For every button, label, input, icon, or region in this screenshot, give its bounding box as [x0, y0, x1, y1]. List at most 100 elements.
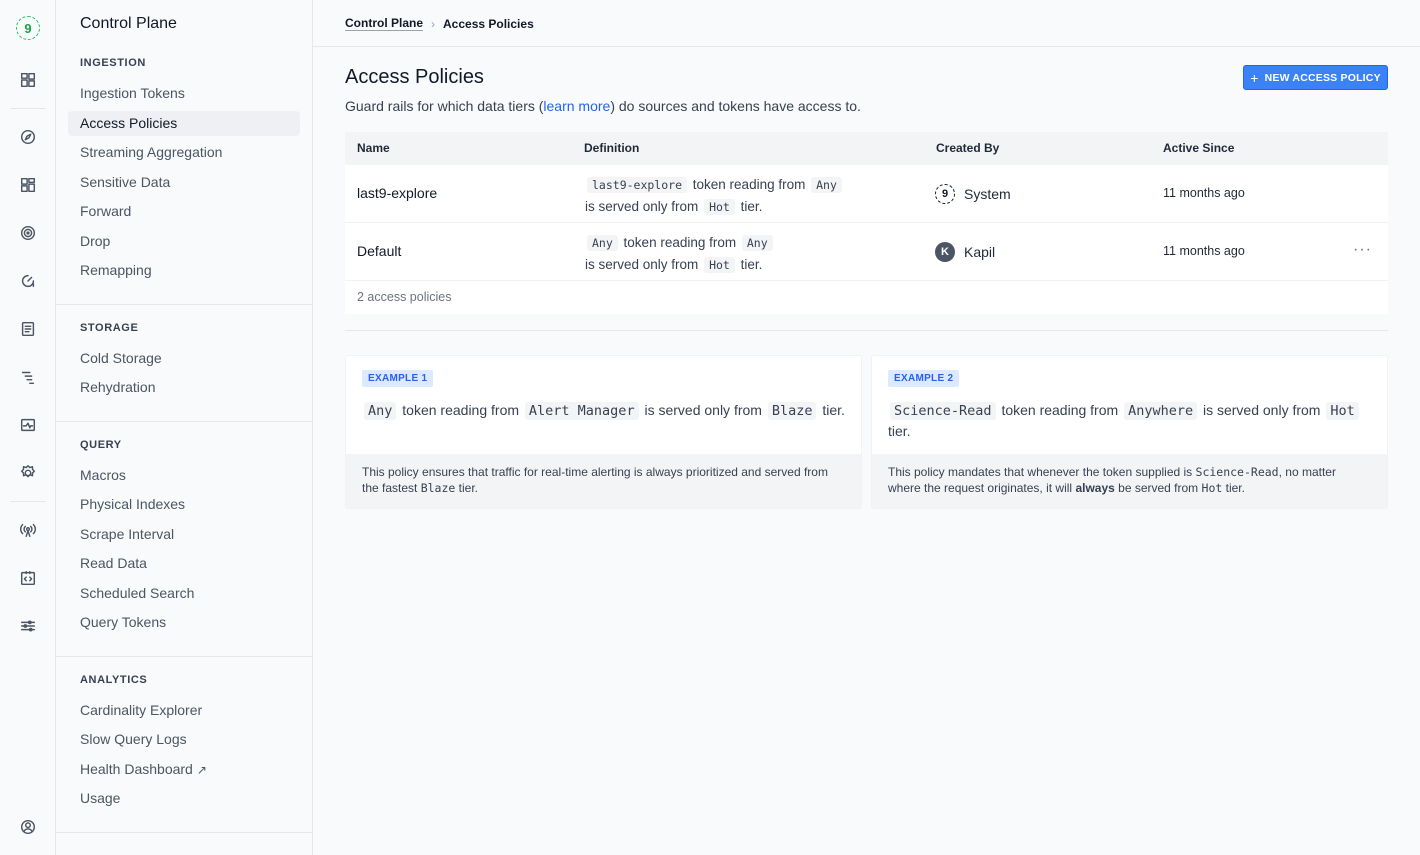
sidebar-item-health-dashboard[interactable]: Health Dashboard ↗ [68, 757, 300, 782]
sidebar-item-drop[interactable]: Drop [68, 229, 300, 254]
definition-text: token reading from [623, 235, 737, 250]
section-divider [56, 656, 313, 657]
sidebar-item-scrape-interval[interactable]: Scrape Interval [68, 522, 300, 547]
section-heading-query: QUERY [80, 439, 122, 451]
example-text: tier. [888, 423, 911, 439]
sidebar-item-cardinality-explorer[interactable]: Cardinality Explorer [68, 698, 300, 723]
example-note: This policy mandates that whenever the t… [872, 454, 1387, 508]
external-link-icon: ↗ [196, 763, 207, 777]
target-icon[interactable] [16, 221, 40, 245]
breadcrumb-control-plane[interactable]: Control Plane [345, 16, 424, 31]
sliders-icon[interactable] [16, 614, 40, 638]
example-text: tier. [822, 402, 845, 418]
settings-icon[interactable] [16, 461, 40, 485]
learn-more-link[interactable]: learn more [543, 98, 610, 114]
note-text: tier. [455, 481, 479, 495]
grid-icon[interactable] [16, 173, 40, 197]
definition-text: tier. [740, 257, 763, 272]
policy-name: Default [357, 243, 402, 259]
tier-code: Hot [704, 199, 735, 215]
example-card: EXAMPLE 1 Any token reading from Alert M… [345, 355, 862, 509]
token-code: Any [587, 235, 618, 251]
example-card: EXAMPLE 2 Science-Read token reading fro… [871, 355, 1388, 509]
note-text: This policy mandates that whenever the t… [888, 465, 1196, 479]
sidebar-item-cold-storage[interactable]: Cold Storage [68, 346, 300, 371]
sidebar-title: Control Plane [80, 15, 177, 32]
note-text: tier. [1222, 481, 1245, 495]
sidebar-item-sensitive-data[interactable]: Sensitive Data [68, 170, 300, 195]
row-count: 2 access policies [357, 290, 452, 304]
dashboard-icon[interactable] [16, 68, 40, 92]
sidebar-item-forward[interactable]: Forward [68, 199, 300, 224]
source-code: Any [741, 235, 773, 251]
sidebar-item-ingestion-tokens[interactable]: Ingestion Tokens [68, 81, 300, 106]
sidebar-item-label: Health Dashboard [80, 761, 193, 777]
table-row[interactable]: last9-explore last9-explore token readin… [345, 165, 1388, 223]
chevron-right-icon: › [431, 16, 436, 31]
new-access-policy-button[interactable]: + NEW ACCESS POLICY [1243, 65, 1388, 90]
breadcrumb: Control Plane › Access Policies [345, 16, 534, 31]
logo-icon[interactable]: 9 [16, 16, 40, 40]
breadcrumb-current: Access Policies [443, 16, 534, 31]
gauge-icon[interactable] [16, 269, 40, 293]
section-divider [56, 421, 313, 422]
tier-code: Blaze [767, 402, 817, 420]
section-divider [345, 330, 1388, 331]
note-code: Hot [1201, 481, 1223, 495]
source-code: Anywhere [1124, 402, 1198, 420]
code-icon[interactable] [16, 566, 40, 590]
example-text: token reading from [1001, 402, 1119, 418]
plus-icon: + [1250, 69, 1259, 86]
sidebar-item-usage[interactable]: Usage [68, 786, 300, 811]
sidebar-item-access-policies[interactable]: Access Policies [68, 111, 300, 136]
more-options-icon[interactable]: ··· [1353, 241, 1372, 259]
note-code: Blaze [420, 481, 456, 495]
example-text: is served only from [1202, 402, 1321, 418]
column-header-active-since[interactable]: Active Since [1163, 141, 1234, 155]
desc-prefix: Guard rails for which data tiers ( [345, 98, 544, 114]
section-heading-ingestion: INGESTION [80, 57, 146, 69]
token-code: Science-Read [890, 402, 996, 420]
sidebar-item-physical-indexes[interactable]: Physical Indexes [68, 492, 300, 517]
column-header-name[interactable]: Name [357, 141, 390, 155]
sidebar-item-streaming-aggregation[interactable]: Streaming Aggregation [68, 140, 300, 165]
desc-suffix: ) do sources and tokens have access to. [610, 98, 861, 114]
avatar: 9 [935, 184, 955, 204]
created-by: 9 System [935, 184, 1011, 204]
creator-name: Kapil [964, 244, 996, 260]
user-circle-icon[interactable] [16, 815, 40, 839]
icon-rail: 9 [0, 0, 56, 855]
policy-definition: Any token reading from Any is served onl… [585, 232, 885, 276]
definition-text: is served only from [585, 199, 699, 214]
example-note: This policy ensures that traffic for rea… [346, 454, 861, 508]
pulse-icon[interactable] [16, 413, 40, 437]
sidebar-item-slow-query-logs[interactable]: Slow Query Logs [68, 727, 300, 752]
active-since: 11 months ago [1163, 244, 1245, 258]
access-policies-table: Name Definition Created By Active Since … [345, 132, 1388, 314]
source-code: Alert Manager [524, 402, 639, 420]
sidebar-item-read-data[interactable]: Read Data [68, 551, 300, 576]
sidebar-item-remapping[interactable]: Remapping [68, 258, 300, 283]
document-icon[interactable] [16, 317, 40, 341]
section-divider [56, 304, 313, 305]
active-since: 11 months ago [1163, 186, 1245, 200]
avatar: K [935, 242, 955, 262]
created-by: K Kapil [935, 242, 995, 262]
compass-icon[interactable] [16, 125, 40, 149]
sidebar-item-scheduled-search[interactable]: Scheduled Search [68, 581, 300, 606]
sidebar-item-query-tokens[interactable]: Query Tokens [68, 610, 300, 635]
note-text: be served from [1114, 481, 1202, 495]
column-header-definition[interactable]: Definition [584, 141, 639, 155]
example-text: is served only from [644, 402, 762, 418]
table-row[interactable]: Default Any token reading from Any is se… [345, 223, 1388, 281]
antenna-icon[interactable] [16, 518, 40, 542]
column-header-created-by[interactable]: Created By [936, 141, 999, 155]
token-code: Any [364, 402, 397, 420]
sidebar-item-rehydration[interactable]: Rehydration [68, 375, 300, 400]
waterfall-icon[interactable] [16, 365, 40, 389]
new-access-policy-label: NEW ACCESS POLICY [1264, 71, 1381, 84]
sidebar-item-macros[interactable]: Macros [68, 463, 300, 488]
table-footer: 2 access policies [345, 281, 1388, 314]
definition-text: is served only from [585, 257, 699, 272]
example-definition: Any token reading from Alert Manager is … [362, 400, 847, 421]
